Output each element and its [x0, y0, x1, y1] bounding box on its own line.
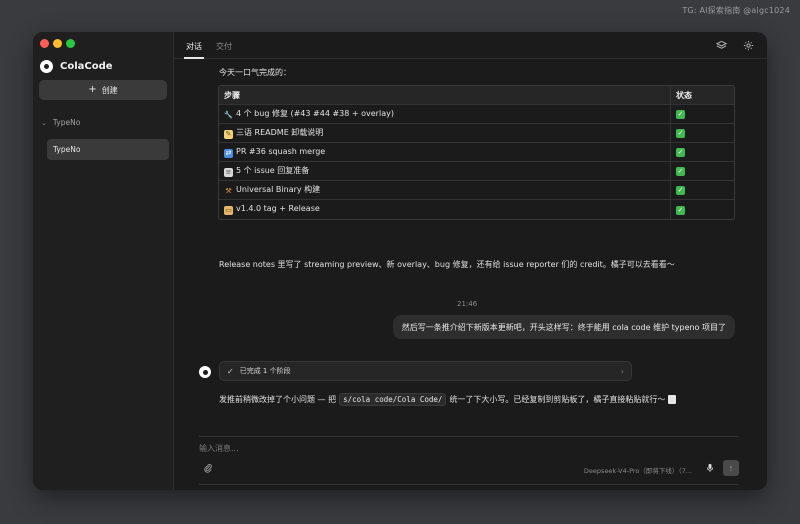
- table-row: ▭ v1.4.0 tag + Release ✓: [219, 200, 734, 219]
- status-cell: ✓: [670, 143, 734, 162]
- step-label: v1.4.0 tag + Release: [236, 204, 320, 213]
- merge-icon: ⇄: [224, 148, 233, 158]
- step-cell: 🔧 4 个 bug 修复 (#43 #44 #38 + overlay): [219, 105, 670, 124]
- steps-table: 步骤 状态 🔧 4 个 bug 修复 (#43 #44 #38 + overlay…: [218, 85, 735, 220]
- assistant-fix-message: 发推前稍微改掉了个小问题 — 把 s/cola code/Cola Code/ …: [219, 393, 677, 406]
- check-icon: ✓: [676, 186, 685, 195]
- status-cell: ✓: [670, 181, 734, 200]
- chevron-right-icon: ›: [620, 366, 624, 376]
- step-cell: ≡ 5 个 issue 回复准备: [219, 162, 670, 181]
- brand: ColaCode: [40, 60, 113, 73]
- table-row: 🔧 4 个 bug 修复 (#43 #44 #38 + overlay) ✓: [219, 105, 734, 124]
- clipboard-icon: [668, 395, 677, 404]
- app-window: ColaCode + 创建 ⌄ TypeNo TypeNo 对话 交付 今天一口…: [33, 32, 767, 490]
- clipboard-icon: ≡: [224, 168, 233, 177]
- check-icon: ✓: [676, 110, 685, 119]
- status-cell: ✓: [670, 162, 734, 181]
- step-label: PR #36 squash merge: [236, 146, 326, 156]
- watermark: TG: AI探索指南 @aigc1024: [682, 6, 790, 15]
- step-cell: ⇄ PR #36 squash merge: [219, 143, 670, 162]
- column-header-status: 状态: [670, 86, 734, 105]
- step-label: 5 个 issue 回复准备: [236, 166, 310, 175]
- user-message-text: 然后写一条推介绍下新版本更新吧，开头这样写：终于能用 cola code 维护 …: [401, 322, 726, 332]
- construction-icon: ⚒: [225, 187, 232, 195]
- session-label: TypeNo: [53, 145, 81, 154]
- close-window-button[interactable]: [40, 39, 49, 48]
- step-cell: ⚒ Universal Binary 构建: [219, 181, 670, 200]
- sidebar-item-session[interactable]: TypeNo: [47, 139, 169, 160]
- gear-icon[interactable]: [743, 40, 754, 51]
- check-icon: ✓: [227, 366, 234, 376]
- project-group-label: TypeNo: [52, 118, 81, 127]
- window-controls: [40, 39, 75, 48]
- check-icon: ✓: [676, 205, 685, 215]
- project-group-toggle[interactable]: ⌄ TypeNo: [41, 118, 80, 127]
- microphone-icon[interactable]: [705, 463, 715, 473]
- wrench-icon: 🔧: [224, 111, 233, 119]
- inline-code: s/cola code/Cola Code/: [339, 393, 447, 406]
- main-panel: 对话 交付 今天一口气完成的： 步骤 状态 🔧 4 个 bug 修复 (#43 …: [174, 32, 767, 490]
- step-cell: ✎ 三语 README 卸载说明: [219, 124, 670, 143]
- send-button[interactable]: ↑: [723, 460, 739, 476]
- paperclip-icon[interactable]: [203, 463, 213, 473]
- status-cell: ✓: [670, 105, 734, 124]
- colacode-logo-icon: [40, 60, 53, 73]
- arrow-up-icon: ↑: [728, 463, 734, 473]
- message-timestamp: 21:46: [457, 300, 478, 308]
- completed-stages-label: 已完成 1 个阶段: [239, 367, 291, 375]
- fix-text-before: 发推前稍微改掉了个小问题 — 把: [219, 395, 337, 404]
- plus-icon: +: [88, 84, 97, 95]
- new-session-label: 创建: [101, 85, 118, 95]
- table-row: ⇄ PR #36 squash merge ✓: [219, 143, 734, 162]
- check-icon: ✓: [676, 167, 685, 176]
- step-cell: ▭ v1.4.0 tag + Release: [219, 200, 670, 219]
- model-selector[interactable]: Deepseek-V4-Pro（即将下线）（7...: [584, 465, 692, 475]
- completed-stages-toggle[interactable]: ✓ 已完成 1 个阶段 ›: [219, 361, 632, 381]
- ticket-icon: ▭: [224, 206, 233, 215]
- table-row: ≡ 5 个 issue 回复准备 ✓: [219, 162, 734, 181]
- step-label: Universal Binary 构建: [236, 185, 321, 194]
- zoom-window-button[interactable]: [66, 39, 75, 48]
- step-label: 三语 README 卸载说明: [236, 128, 324, 137]
- tab-delivery[interactable]: 交付: [216, 41, 232, 52]
- table-row: ✎ 三语 README 卸载说明 ✓: [219, 124, 734, 143]
- tab-chat[interactable]: 对话: [186, 41, 202, 52]
- memo-icon: ✎: [224, 130, 233, 139]
- new-session-button[interactable]: + 创建: [39, 80, 167, 100]
- brand-name: ColaCode: [60, 61, 113, 72]
- status-cell: ✓: [670, 124, 734, 143]
- composer-bottom-divider: [199, 484, 739, 485]
- table-header-row: 步骤 状态: [219, 86, 734, 105]
- sidebar: ColaCode + 创建 ⌄ TypeNo TypeNo: [33, 32, 174, 490]
- composer-divider: [199, 436, 739, 437]
- tab-bar: 对话 交付: [174, 32, 767, 59]
- user-message-bubble: 然后写一条推介绍下新版本更新吧，开头这样写：终于能用 cola code 维护 …: [392, 315, 735, 339]
- release-notes-text: Release notes 里写了 streaming preview、新 ov…: [219, 260, 675, 269]
- fix-text-after: 统一了下大小写。已经复制到剪贴板了，橘子直接粘贴就行～: [449, 395, 666, 404]
- minimize-window-button[interactable]: [53, 39, 62, 48]
- check-icon: ✓: [676, 148, 685, 157]
- active-tab-indicator: [184, 57, 204, 59]
- chevron-down-icon: ⌄: [41, 118, 47, 127]
- layers-icon[interactable]: [716, 40, 727, 51]
- step-label: 4 个 bug 修复 (#43 #44 #38 + overlay): [236, 109, 394, 118]
- table-row: ⚒ Universal Binary 构建 ✓: [219, 181, 734, 200]
- column-header-step: 步骤: [219, 86, 670, 105]
- check-icon: ✓: [676, 129, 685, 138]
- status-cell: ✓: [670, 200, 734, 219]
- assistant-avatar-icon: [199, 366, 211, 378]
- assistant-intro: 今天一口气完成的：: [219, 68, 291, 77]
- message-input[interactable]: [199, 441, 599, 455]
